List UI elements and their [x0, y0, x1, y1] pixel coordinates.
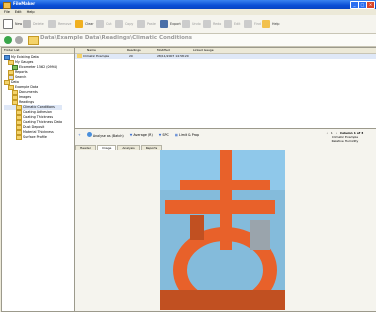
export-button[interactable]: Export [160, 18, 181, 30]
paste-icon [137, 20, 145, 28]
edit-icon [224, 20, 232, 28]
folder-tree-pane: Folder List My Existing Data My Gauges E… [1, 47, 76, 312]
chart-icon: ▦ [174, 133, 178, 137]
tab-image[interactable]: Image [96, 145, 117, 150]
funnel-icon: ▼ [158, 133, 162, 137]
help-icon [262, 20, 270, 28]
redo-button[interactable]: Redo [203, 18, 221, 30]
new-icon [3, 19, 13, 29]
menu-file[interactable]: File [4, 10, 10, 14]
cut-icon [96, 20, 104, 28]
info-line2: Relative Humidity [331, 139, 359, 143]
detail-pane: + Analyse as (Batch) ▼ Average (R) ▼ SPC… [74, 128, 376, 312]
forward-icon[interactable] [15, 36, 23, 44]
find-button[interactable]: Find [244, 18, 261, 30]
menu-edit[interactable]: Edit [15, 10, 22, 14]
menu-help[interactable]: Help [27, 10, 35, 14]
redo-icon [203, 20, 211, 28]
find-icon [244, 20, 252, 28]
prev-icon[interactable]: ‹ [327, 131, 328, 135]
add-icon[interactable]: + [78, 133, 81, 137]
edit-button[interactable]: Edit [224, 18, 240, 30]
window-title: FileMaker [13, 1, 36, 6]
clear-icon [75, 20, 83, 28]
column-name[interactable]: Name [87, 48, 96, 53]
cell-name: Climatic Example [83, 54, 110, 58]
path-text: Data\Example Data\Readings\Climatic Cond… [40, 35, 193, 41]
undo-icon [182, 20, 190, 28]
path-bar: Data\Example Data\Readings\Climatic Cond… [0, 34, 376, 47]
help-button[interactable]: Help [262, 18, 280, 30]
folder-icon [16, 135, 22, 140]
analyse-icon [86, 132, 92, 137]
folder-list-header: Folder List [2, 48, 76, 54]
tab-header[interactable]: Header [75, 145, 96, 150]
analyse-button[interactable]: Analyse as (Batch) [86, 132, 124, 138]
table-row[interactable]: Climatic Example 20 28/11/2007 14:58:20 [75, 54, 376, 59]
info-panel: ‹ 1 › Column 1 of 3 Climatic Example Rel… [315, 131, 375, 157]
close-button[interactable]: × [366, 1, 375, 9]
copy-icon [115, 20, 123, 28]
column-linked-gauge[interactable]: Linked Gauge [193, 48, 214, 53]
funnel-icon: ▼ [129, 133, 133, 137]
title-bar: FileMaker _ □ × [0, 0, 376, 9]
detail-toolbar: + Analyse as (Batch) ▼ Average (R) ▼ SPC… [75, 129, 318, 141]
cell-modified: 28/11/2007 14:58:20 [157, 54, 189, 58]
cell-readings: 20 [129, 54, 133, 58]
file-grid: Name Readings Modified Linked Gauge Clim… [74, 47, 376, 129]
column-readings[interactable]: Readings [127, 48, 141, 53]
column-modified[interactable]: Modified [157, 48, 170, 53]
export-icon [160, 20, 168, 28]
remove-button[interactable]: Remove [48, 18, 71, 30]
cut-button[interactable]: Cut [96, 18, 112, 30]
delete-icon [23, 20, 31, 28]
tab-reports[interactable]: Reports [140, 145, 163, 150]
average-button[interactable]: ▼ Average (R) [130, 133, 153, 137]
back-icon[interactable] [4, 36, 12, 44]
copy-button[interactable]: Copy [115, 18, 133, 30]
new-button[interactable]: New [3, 18, 22, 30]
remove-icon [48, 20, 56, 28]
paste-button[interactable]: Paste [137, 18, 156, 30]
limits-button[interactable]: ▦ Limit & Prop [175, 133, 199, 137]
folder-tree: My Existing Data My Gauges Elcometer 156… [4, 55, 62, 140]
folder-up-icon[interactable] [28, 36, 39, 45]
app-icon [3, 2, 11, 9]
preview-image [160, 150, 285, 310]
tab-analysis[interactable]: Analysis [117, 145, 140, 150]
delete-button[interactable]: Delete [23, 18, 44, 30]
file-icon [77, 54, 82, 58]
tree-item[interactable]: Surface Profile [4, 135, 62, 140]
spc-button[interactable]: ▼ SPC [159, 133, 169, 137]
undo-button[interactable]: Undo [182, 18, 201, 30]
main-toolbar: New Delete Remove Clear Cut Copy Paste E… [0, 15, 376, 34]
clear-button[interactable]: Clear [75, 18, 94, 30]
content-pane: Name Readings Modified Linked Gauge Clim… [74, 47, 376, 312]
